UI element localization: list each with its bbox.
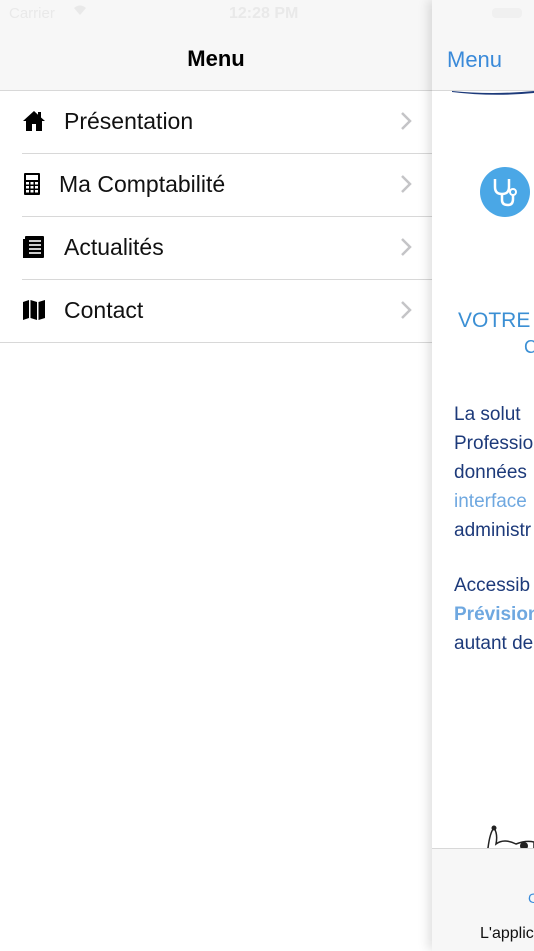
menu-title: Menu [187,46,245,71]
chevron-right-icon [400,111,412,131]
menu-back-button[interactable]: Menu [447,47,502,73]
text-line: données [454,462,527,483]
menu-item-actualites[interactable]: Actualités [22,217,432,280]
stethoscope-icon [480,167,530,217]
menu-list: Présentation Ma Comptabilité Actualités [0,91,432,343]
footer-text: L'applic [480,925,534,942]
carrier-label: Carrier [9,5,55,22]
newspaper-icon [22,235,46,259]
text-line: autant de [454,633,534,654]
battery-icon [492,8,522,18]
page-heading: VOTRE [458,309,531,332]
features-paragraph: Accessib Prévision autant de [454,571,534,658]
content-footer: C L'applic [432,848,534,951]
text-line: La solut [454,404,521,425]
menu-panel: Menu Présentation Ma Comptabilité Actual… [0,0,432,950]
menu-item-contact[interactable]: Contact [0,280,432,343]
text-line: administr [454,520,532,541]
status-bar: Carrier 12:28 PM [0,0,534,30]
menu-item-label: Ma Comptabilité [59,171,226,197]
text-line: Accessib [454,575,531,596]
menu-item-label: Présentation [64,108,194,134]
text-line: interface [454,491,527,512]
chevron-right-icon [400,237,412,257]
page-subheading: C [524,337,534,357]
chevron-right-icon [400,300,412,320]
footer-link[interactable]: C [528,890,534,906]
menu-item-label: Contact [64,297,144,323]
content-panel[interactable]: Menu VOTRE C La solut Professio données … [432,0,534,951]
intro-paragraph: La solut Professio données interface adm… [454,400,534,545]
calculator-icon [22,172,46,196]
menu-item-comptabilite[interactable]: Ma Comptabilité [22,154,432,217]
text-line: Prévision [454,604,534,625]
menu-item-presentation[interactable]: Présentation [22,91,432,154]
header-swoosh-decoration [452,91,534,95]
menu-item-label: Actualités [64,234,164,260]
chevron-right-icon [400,174,412,194]
text-line: Professio [454,433,534,454]
map-icon [22,298,46,322]
status-time: 12:28 PM [229,5,299,22]
home-icon [22,109,46,133]
wifi-icon [72,4,88,19]
